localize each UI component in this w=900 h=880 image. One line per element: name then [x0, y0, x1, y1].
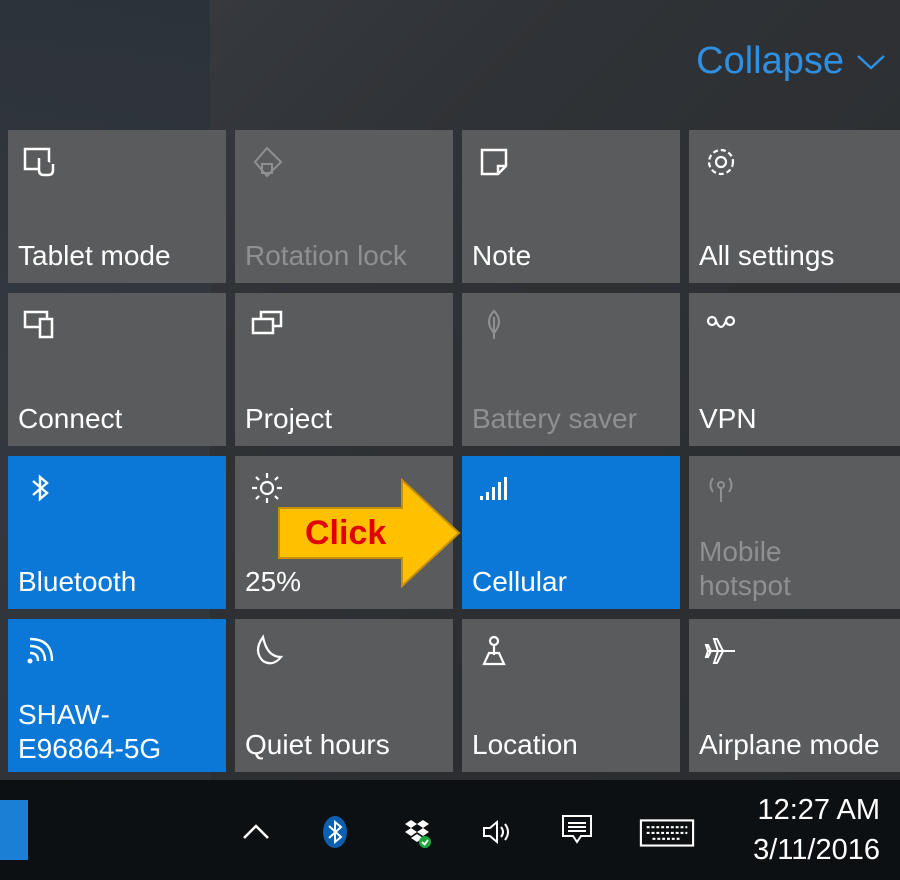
connect-icon: [20, 305, 60, 345]
clock-time: 12:27 AM: [757, 794, 880, 826]
tile-vpn[interactable]: VPN: [689, 293, 900, 446]
bluetooth-icon[interactable]: [315, 812, 355, 852]
tile-tablet-mode[interactable]: Tablet mode: [8, 130, 226, 283]
tile-all-settings[interactable]: All settings: [689, 130, 900, 283]
tile-label: Battery saver: [472, 403, 637, 434]
battery-saver-icon: [474, 305, 514, 345]
tile-label-line: SHAW-: [18, 699, 110, 730]
tile-mobile-hotspot[interactable]: Mobile hotspot: [689, 456, 900, 609]
tile-label: VPN: [699, 403, 757, 434]
keyboard-icon[interactable]: [636, 810, 698, 854]
tile-label-line: hotspot: [699, 570, 791, 601]
tile-label: SHAW- E96864-5G: [18, 698, 220, 766]
bluetooth-icon: [20, 468, 60, 508]
dropbox-icon[interactable]: [397, 812, 437, 852]
collapse-label: Collapse: [696, 40, 844, 82]
volume-icon[interactable]: [477, 812, 517, 852]
tile-label: Note: [472, 240, 532, 271]
project-icon: [247, 305, 287, 345]
wifi-icon: [20, 631, 60, 671]
tile-label: Mobile hotspot: [699, 535, 900, 603]
tile-label: Tablet mode: [18, 240, 171, 271]
tile-label: Cellular: [472, 566, 567, 597]
cellular-icon: [474, 468, 514, 508]
chevron-up-icon[interactable]: [236, 812, 276, 852]
tile-label: Location: [472, 729, 578, 760]
action-center-icon[interactable]: [555, 808, 599, 852]
tile-label-line: Mobile: [699, 536, 782, 567]
tile-wifi[interactable]: SHAW- E96864-5G: [8, 619, 226, 772]
tile-label: Airplane mode: [699, 729, 880, 760]
tablet-mode-icon: [20, 142, 60, 182]
tile-quiet-hours[interactable]: Quiet hours: [235, 619, 453, 772]
clock-date: 3/11/2016: [753, 834, 880, 866]
tile-project[interactable]: Project: [235, 293, 453, 446]
tile-rotation-lock[interactable]: Rotation lock: [235, 130, 453, 283]
tile-label: Connect: [18, 403, 123, 434]
callout-text: Click: [305, 514, 387, 552]
tile-connect[interactable]: Connect: [8, 293, 226, 446]
tile-cellular[interactable]: Cellular: [462, 456, 680, 609]
moon-icon: [247, 631, 287, 671]
tile-airplane-mode[interactable]: Airplane mode: [689, 619, 900, 772]
tile-label: Project: [245, 403, 333, 434]
tile-bluetooth[interactable]: Bluetooth: [8, 456, 226, 609]
tile-label: All settings: [699, 240, 835, 271]
tile-battery-saver[interactable]: Battery saver: [462, 293, 680, 446]
location-icon: [474, 631, 514, 671]
note-icon: [474, 142, 514, 182]
collapse-button[interactable]: Collapse: [696, 40, 886, 83]
tile-label-line: E96864-5G: [18, 733, 162, 764]
start-button[interactable]: [0, 800, 28, 860]
mobile-hotspot-icon: [701, 468, 741, 508]
gear-icon: [701, 142, 741, 182]
tile-label: Rotation lock: [245, 240, 407, 271]
tile-label: Quiet hours: [245, 729, 390, 760]
tile-note[interactable]: Note: [462, 130, 680, 283]
airplane-icon: [701, 631, 741, 671]
click-callout: Click: [277, 478, 462, 588]
rotation-lock-icon: [247, 142, 287, 182]
tile-label: Bluetooth: [18, 566, 137, 597]
taskbar-clock[interactable]: 12:27 AM 3/11/2016: [753, 790, 880, 870]
vpn-icon: [701, 305, 741, 345]
tile-location[interactable]: Location: [462, 619, 680, 772]
chevron-down-icon: [857, 54, 885, 70]
